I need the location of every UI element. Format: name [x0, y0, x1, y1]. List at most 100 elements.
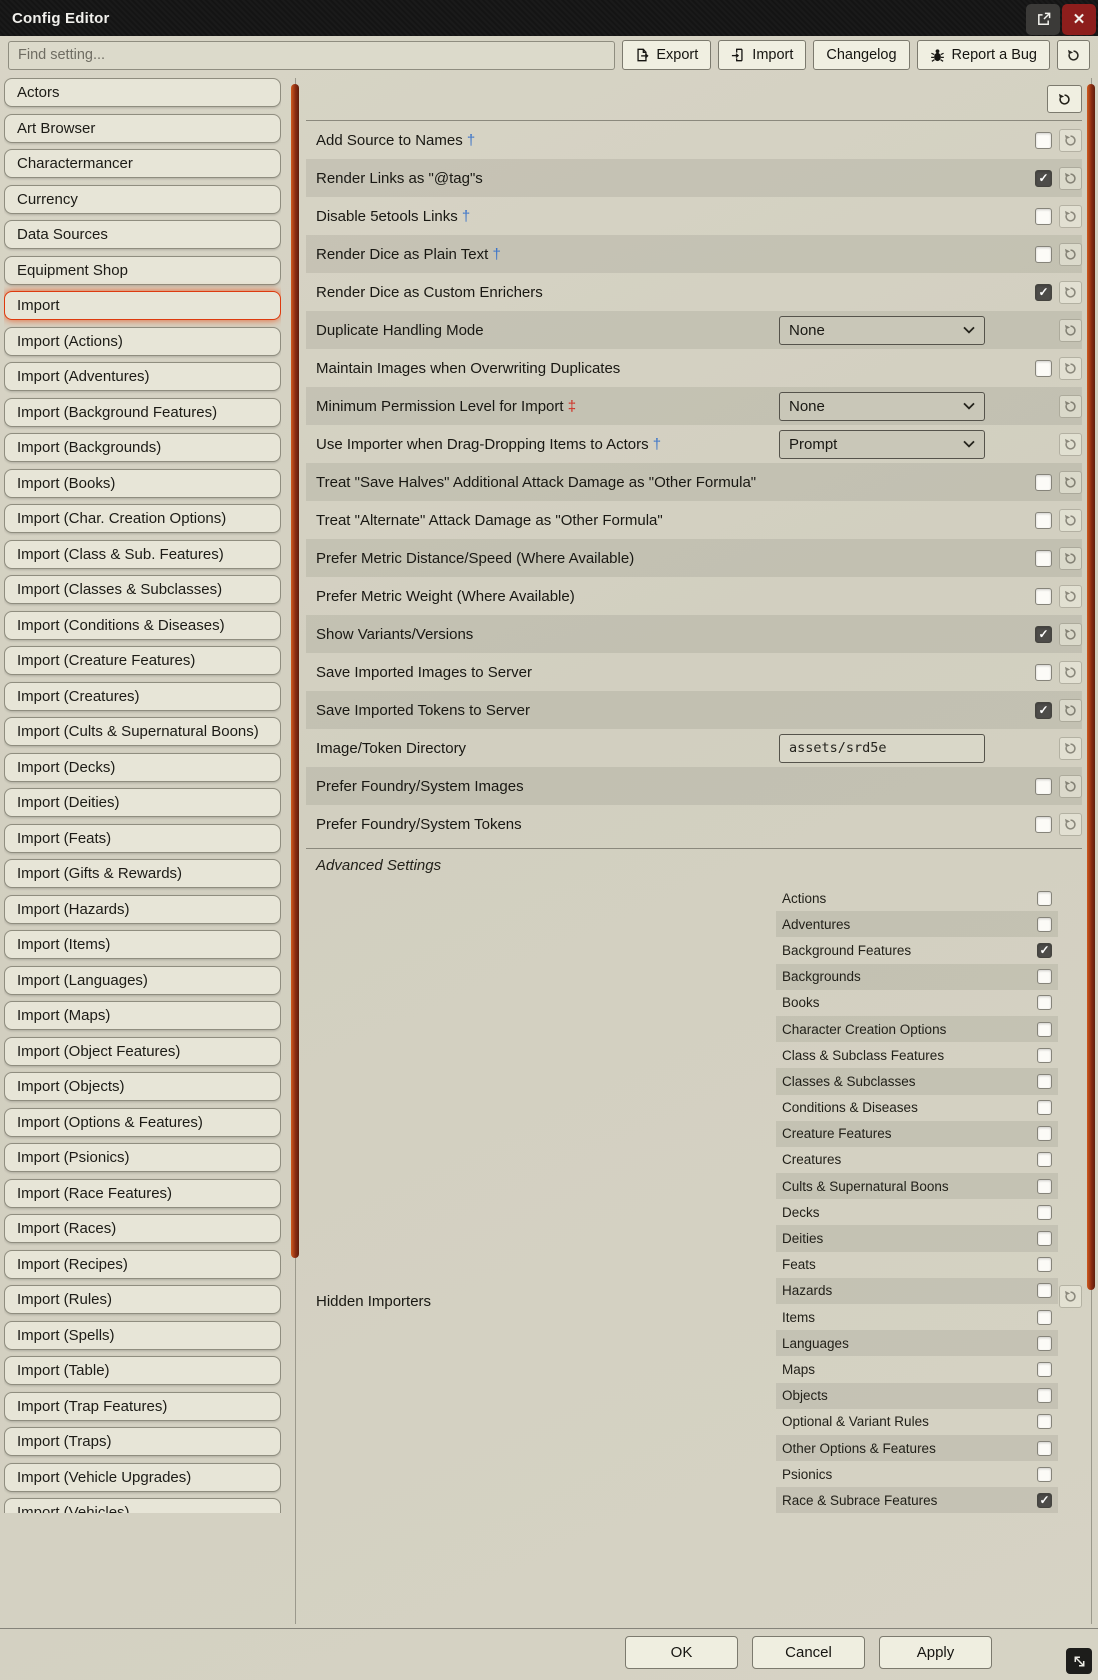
sidebar-item[interactable]: Import (Hazards): [4, 895, 281, 924]
sidebar-item[interactable]: Import (Books): [4, 469, 281, 498]
import-button[interactable]: Import: [718, 40, 806, 70]
sidebar-item[interactable]: Currency: [4, 185, 281, 214]
option-checkbox[interactable]: [1037, 1205, 1052, 1220]
setting-reset-button[interactable]: [1059, 167, 1082, 190]
option-checkbox[interactable]: [1037, 1441, 1052, 1456]
option-checkbox[interactable]: [1037, 1152, 1052, 1167]
sidebar-item[interactable]: Import (Object Features): [4, 1037, 281, 1066]
sidebar-item[interactable]: Import (Background Features): [4, 398, 281, 427]
sidebar-item[interactable]: Import (Languages): [4, 966, 281, 995]
resize-handle[interactable]: [1066, 1648, 1092, 1674]
setting-checkbox-checked[interactable]: ✓: [1035, 284, 1052, 301]
setting-checkbox-checked[interactable]: ✓: [1035, 170, 1052, 187]
setting-checkbox[interactable]: [1035, 132, 1052, 149]
sidebar-item[interactable]: Import (Races): [4, 1214, 281, 1243]
sidebar-item[interactable]: Import (Rules): [4, 1285, 281, 1314]
sidebar-item[interactable]: Data Sources: [4, 220, 281, 249]
sidebar-item[interactable]: Import (Adventures): [4, 362, 281, 391]
setting-checkbox[interactable]: [1035, 588, 1052, 605]
setting-select[interactable]: None: [779, 392, 985, 421]
sidebar-item[interactable]: Import (Psionics): [4, 1143, 281, 1172]
option-checkbox[interactable]: [1037, 1179, 1052, 1194]
option-checkbox[interactable]: [1037, 1126, 1052, 1141]
setting-reset-button[interactable]: [1059, 585, 1082, 608]
search-input[interactable]: [8, 41, 615, 70]
setting-checkbox[interactable]: [1035, 208, 1052, 225]
sidebar-item[interactable]: Import (Objects): [4, 1072, 281, 1101]
sidebar-scrollbar-thumb[interactable]: [291, 84, 299, 1258]
setting-checkbox[interactable]: [1035, 360, 1052, 377]
sidebar-item[interactable]: Import (Traps): [4, 1427, 281, 1456]
sidebar-item[interactable]: Import (Actions): [4, 327, 281, 356]
sidebar-item[interactable]: Import (Vehicle Upgrades): [4, 1463, 281, 1492]
option-checkbox[interactable]: [1037, 1388, 1052, 1403]
sidebar-item[interactable]: Import (Backgrounds): [4, 433, 281, 462]
setting-checkbox[interactable]: [1035, 778, 1052, 795]
option-checkbox[interactable]: [1037, 917, 1052, 932]
sidebar-item[interactable]: Import (Creature Features): [4, 646, 281, 675]
sidebar-item[interactable]: Art Browser: [4, 114, 281, 143]
option-checkbox[interactable]: [1037, 1467, 1052, 1482]
sidebar-item[interactable]: Actors: [4, 78, 281, 107]
setting-reset-button[interactable]: [1059, 243, 1082, 266]
setting-reset-button[interactable]: [1059, 205, 1082, 228]
sidebar-item[interactable]: Import (Items): [4, 930, 281, 959]
changelog-button[interactable]: Changelog: [813, 40, 909, 70]
sidebar-item[interactable]: Import (Deities): [4, 788, 281, 817]
setting-reset-button[interactable]: [1059, 661, 1082, 684]
sidebar-item[interactable]: Import (Creatures): [4, 682, 281, 711]
sidebar-item[interactable]: Import (Class & Sub. Features): [4, 540, 281, 569]
setting-checkbox[interactable]: [1035, 664, 1052, 681]
setting-reset-button[interactable]: [1059, 395, 1082, 418]
sidebar-item[interactable]: Import (Recipes): [4, 1250, 281, 1279]
option-checkbox[interactable]: [1037, 1283, 1052, 1298]
option-checkbox[interactable]: [1037, 969, 1052, 984]
sidebar-item[interactable]: Import (Char. Creation Options): [4, 504, 281, 533]
sidebar-item[interactable]: Import (Options & Features): [4, 1108, 281, 1137]
sidebar-item[interactable]: Import (Classes & Subclasses): [4, 575, 281, 604]
sidebar-item[interactable]: Import (Spells): [4, 1321, 281, 1350]
option-checkbox[interactable]: [1037, 1414, 1052, 1429]
option-checkbox-checked[interactable]: ✓: [1037, 1493, 1052, 1508]
setting-reset-button[interactable]: [1059, 547, 1082, 570]
sidebar-item[interactable]: Import (Table): [4, 1356, 281, 1385]
reset-all-button[interactable]: [1057, 40, 1090, 70]
setting-reset-button[interactable]: [1059, 281, 1082, 304]
sidebar-item[interactable]: Charactermancer: [4, 149, 281, 178]
sidebar-item[interactable]: Import (Gifts & Rewards): [4, 859, 281, 888]
option-checkbox[interactable]: [1037, 1336, 1052, 1351]
setting-reset-button[interactable]: [1059, 471, 1082, 494]
option-checkbox[interactable]: [1037, 891, 1052, 906]
option-checkbox[interactable]: [1037, 1048, 1052, 1063]
hidden-importers-reset-button[interactable]: [1059, 1285, 1082, 1308]
popout-button[interactable]: [1026, 4, 1060, 35]
option-checkbox[interactable]: [1037, 995, 1052, 1010]
sidebar-item[interactable]: Import (Conditions & Diseases): [4, 611, 281, 640]
setting-select[interactable]: Prompt: [779, 430, 985, 459]
sidebar-item[interactable]: Import (Race Features): [4, 1179, 281, 1208]
main-scrollbar-thumb[interactable]: [1087, 84, 1095, 1290]
setting-reset-button[interactable]: [1059, 319, 1082, 342]
sidebar-item[interactable]: Import (Vehicles): [4, 1498, 281, 1513]
setting-checkbox[interactable]: [1035, 816, 1052, 833]
ok-button[interactable]: OK: [625, 1636, 738, 1669]
sidebar-item[interactable]: Import (Trap Features): [4, 1392, 281, 1421]
setting-select[interactable]: None: [779, 316, 985, 345]
setting-checkbox[interactable]: [1035, 246, 1052, 263]
sidebar-item[interactable]: Import (Maps): [4, 1001, 281, 1030]
sidebar-item[interactable]: Import (Decks): [4, 753, 281, 782]
setting-reset-button[interactable]: [1059, 699, 1082, 722]
setting-checkbox[interactable]: [1035, 512, 1052, 529]
option-checkbox[interactable]: [1037, 1362, 1052, 1377]
apply-button[interactable]: Apply: [879, 1636, 992, 1669]
setting-reset-button[interactable]: [1059, 775, 1082, 798]
export-button[interactable]: Export: [622, 40, 711, 70]
option-checkbox[interactable]: [1037, 1022, 1052, 1037]
close-button[interactable]: ✕: [1062, 4, 1096, 35]
sidebar-item[interactable]: Equipment Shop: [4, 256, 281, 285]
setting-checkbox-checked[interactable]: ✓: [1035, 626, 1052, 643]
option-checkbox[interactable]: [1037, 1310, 1052, 1325]
setting-checkbox[interactable]: [1035, 550, 1052, 567]
setting-checkbox-checked[interactable]: ✓: [1035, 702, 1052, 719]
setting-reset-button[interactable]: [1059, 357, 1082, 380]
